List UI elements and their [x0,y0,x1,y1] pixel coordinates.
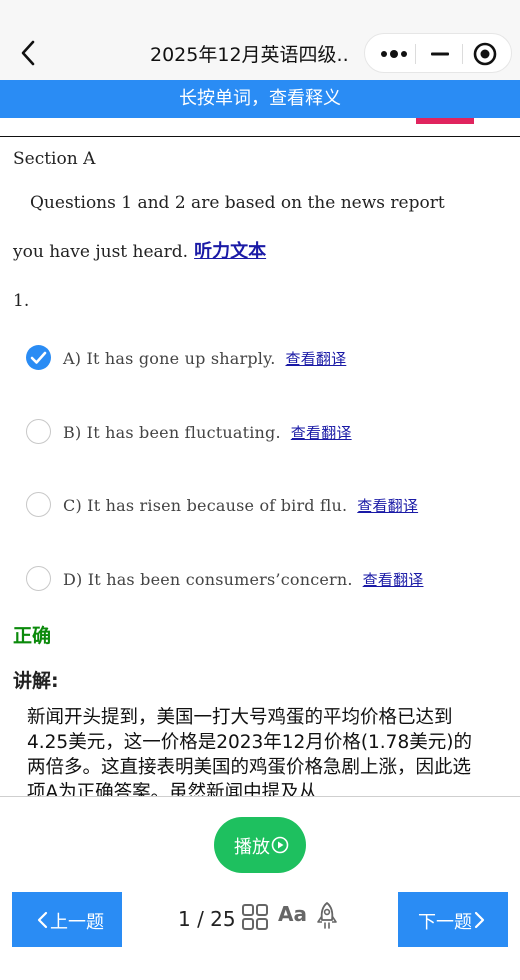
option-text-row: B) It has been fluctuating. 查看翻译 [63,422,352,443]
explanation-text: 新闻开头提到，美国一打大号鸡蛋的平均价格已达到4.25美元，这一价格是2023年… [27,707,472,796]
red-accent-mark [416,118,474,124]
view-translation-link[interactable]: 查看翻译 [286,350,347,368]
option-d[interactable]: D) It has been consumers’concern. 查看翻译 [26,564,506,594]
question-intro-line-2: you have just heard. 听力文本 [13,237,266,263]
option-text: C) It has risen because of bird flu. [63,496,348,515]
more-dots-icon[interactable] [379,45,409,63]
chevron-right-icon [474,911,485,929]
rocket-icon[interactable] [315,901,339,931]
play-button-label: 播放 [234,837,270,858]
radio-unchecked-icon[interactable] [26,492,51,517]
next-button-label: 下一题 [418,912,472,933]
page-title: 2025年12月英语四级... [150,44,350,66]
back-chevron-icon [21,40,35,66]
capsule-divider [462,44,463,64]
mini-program-capsule [364,33,512,73]
font-size-icon[interactable]: Aa [278,902,307,926]
minimize-icon[interactable] [429,45,451,63]
view-translation-link[interactable]: 查看翻译 [291,424,352,442]
chevron-left-icon [37,911,48,929]
question-intro-text: you have just heard. [13,242,189,262]
radio-unchecked-icon[interactable] [26,566,51,591]
section-title: Section A [13,149,96,169]
target-icon[interactable] [473,42,497,66]
option-text: D) It has been consumers’concern. [63,570,353,589]
play-button[interactable]: 播放 [214,817,306,873]
page-counter: 1 / 25 [178,907,236,931]
option-text: B) It has been fluctuating. [63,423,281,442]
play-circle-icon [271,836,289,854]
option-a[interactable]: A) It has gone up sharply. 查看翻译 [26,343,506,373]
back-button[interactable] [14,36,42,70]
explanation-label: 讲解: [13,670,59,692]
radio-checked-icon[interactable] [26,345,51,370]
option-text-row: A) It has gone up sharply. 查看翻译 [63,348,346,369]
long-press-hint-bar: 长按单词，查看释义 [0,80,520,118]
view-translation-link[interactable]: 查看翻译 [363,571,424,589]
bottom-toolbar: 播放 上一题 1 / 25 Aa 下一题 [0,797,520,980]
capsule-divider [415,44,416,64]
view-translation-link[interactable]: 查看翻译 [357,497,418,515]
listening-text-link[interactable]: 听力文本 [194,241,266,262]
radio-unchecked-icon[interactable] [26,419,51,444]
top-nav-bar: 2025年12月英语四级... [0,0,520,80]
question-intro-line: Questions 1 and 2 are based on the news … [30,193,445,213]
option-text: A) It has gone up sharply. [63,349,276,368]
option-c[interactable]: C) It has risen because of bird flu. 查看翻译 [26,490,506,520]
question-content[interactable]: Section A Questions 1 and 2 are based on… [0,137,520,796]
next-question-button[interactable]: 下一题 [398,892,508,947]
grid-icon[interactable] [241,903,269,931]
answer-result: 正确 [13,625,52,647]
previous-question-button[interactable]: 上一题 [12,892,122,947]
question-number: 1. [13,291,30,311]
option-b[interactable]: B) It has been fluctuating. 查看翻译 [26,417,506,447]
option-text-row: D) It has been consumers’concern. 查看翻译 [63,569,423,590]
option-text-row: C) It has risen because of bird flu. 查看翻译 [63,495,418,516]
previous-button-label: 上一题 [50,912,104,933]
